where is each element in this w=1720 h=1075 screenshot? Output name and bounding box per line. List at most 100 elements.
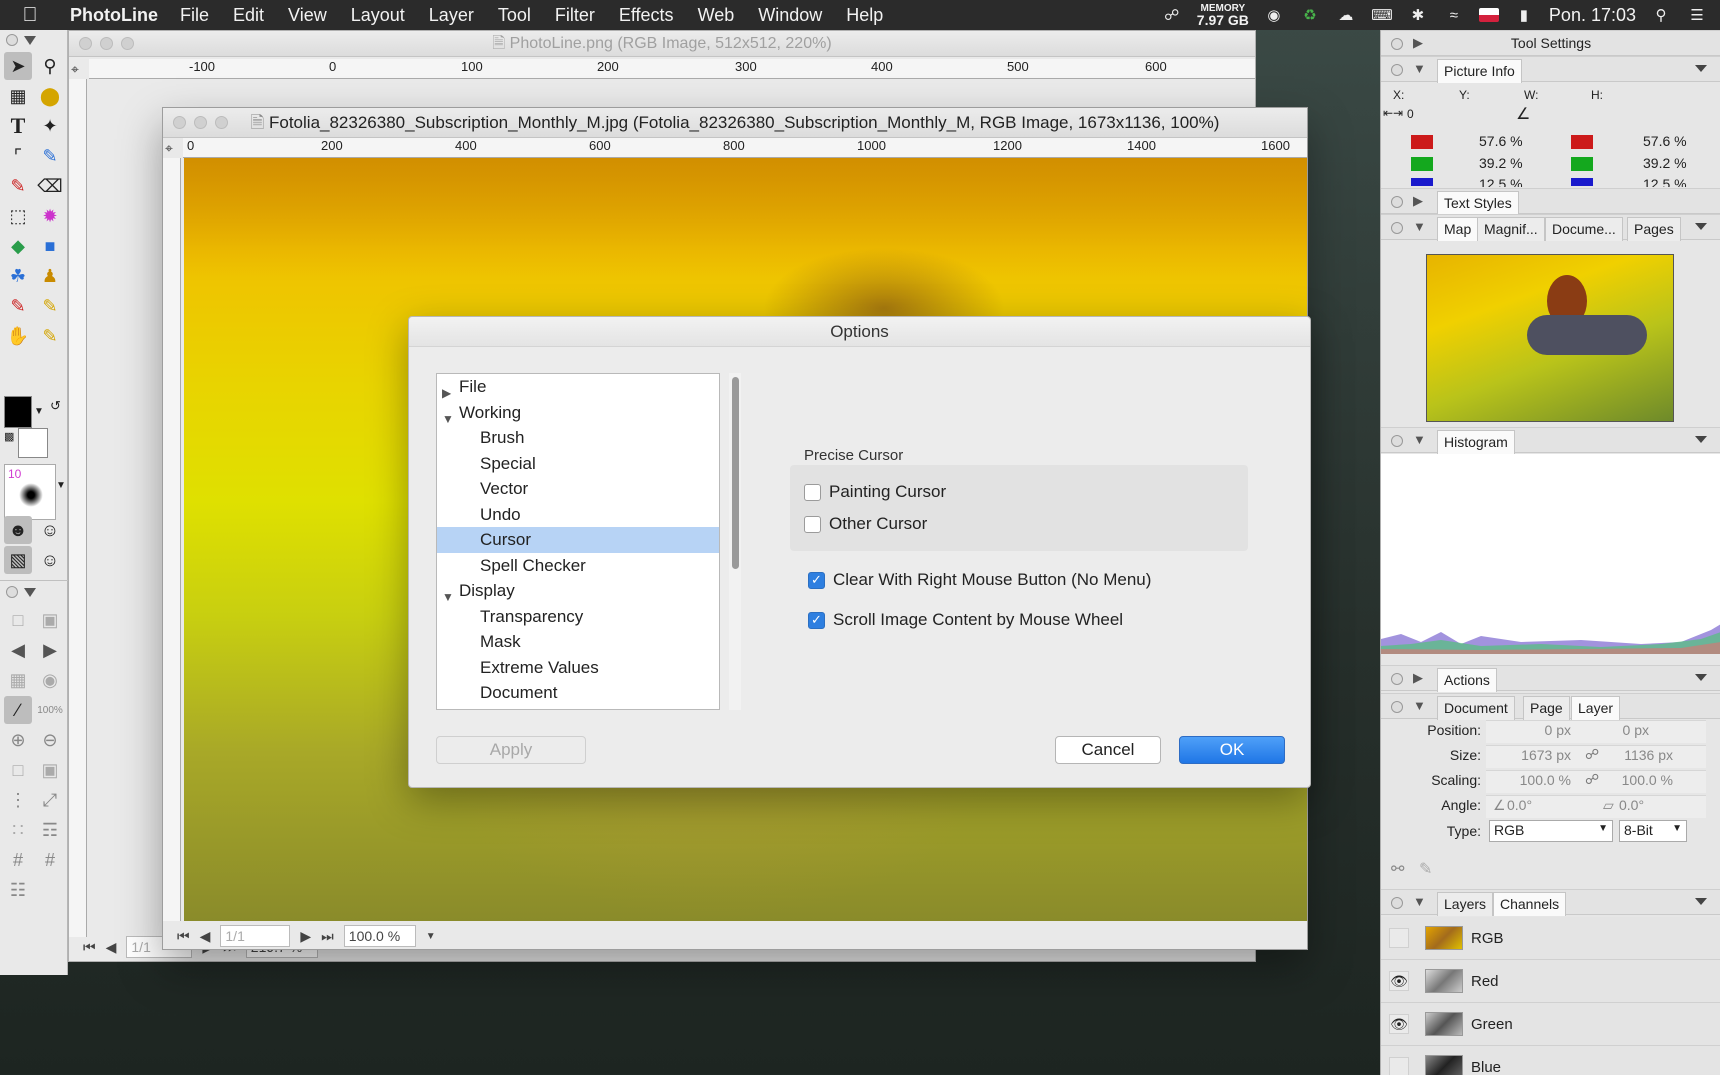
tab-layers[interactable]: Layers	[1437, 892, 1494, 916]
edit-icon[interactable]: ✎	[1419, 859, 1432, 879]
bit-depth-select[interactable]: 8-Bit ▼	[1619, 820, 1687, 842]
dotted-grid-icon[interactable]: ∷	[4, 816, 32, 844]
eye-icon[interactable]: 👁	[1389, 971, 1409, 991]
collapsed-arrow-icon[interactable]: ▶	[1413, 193, 1423, 209]
menu-layout[interactable]: Layout	[351, 5, 405, 26]
other-cursor-checkbox-box[interactable]	[804, 515, 821, 533]
navigator-header[interactable]: ▼ Map Magnif... Docume... Pages	[1381, 214, 1720, 241]
tab-pages[interactable]: Pages	[1627, 217, 1681, 241]
tab-text-styles[interactable]: Text Styles	[1437, 191, 1519, 215]
background-color-swatch[interactable]	[18, 428, 48, 458]
position-y-value[interactable]: 0 px	[1623, 722, 1649, 738]
channel-row-blue[interactable]: Blue	[1381, 1046, 1720, 1075]
panel-close-button[interactable]	[1391, 222, 1403, 234]
tree-item-transparency[interactable]: Transparency	[437, 604, 719, 630]
tab-page[interactable]: Page	[1523, 696, 1570, 720]
select-arrow-tool-icon[interactable]: ➤	[4, 52, 32, 80]
expanded-arrow-icon[interactable]: ▼	[1413, 894, 1426, 909]
layers-header[interactable]: ▼ Layers Channels	[1381, 889, 1720, 916]
palette-collapse-icon[interactable]	[24, 35, 36, 45]
angle-b-value[interactable]: 0.0°	[1619, 797, 1644, 813]
mask-select-icon[interactable]: ▧	[4, 546, 32, 574]
tree-item-brush[interactable]: Brush	[437, 425, 719, 451]
panel-close-button[interactable]	[1391, 701, 1403, 713]
image-prev-page-icon[interactable]: ◀	[200, 928, 211, 945]
window-minimize-button[interactable]	[100, 37, 113, 50]
tree-item-vector[interactable]: Vector	[437, 476, 719, 502]
position-field-bg[interactable]	[1486, 720, 1706, 743]
marquee-tool-icon[interactable]: ⬚	[4, 202, 32, 230]
actions-header[interactable]: ▶ Actions	[1381, 665, 1720, 692]
tree-item-working[interactable]: ▼ Working	[437, 400, 719, 426]
tab-document[interactable]: Document	[1437, 696, 1515, 720]
tree-item-undo[interactable]: Undo	[437, 502, 719, 528]
fill-bucket-tool-icon[interactable]: ◆	[4, 232, 32, 260]
tab-map[interactable]: Map	[1437, 217, 1479, 241]
main-window-titlebar[interactable]: 🗎 PhotoLine.png (RGB Image, 512x512, 220…	[69, 31, 1255, 57]
memory-indicator[interactable]: MEMORY 7.97 GB	[1197, 3, 1249, 27]
sync-icon[interactable]: ◉	[1263, 5, 1285, 25]
menu-file[interactable]: File	[180, 5, 209, 26]
panel-menu-icon[interactable]	[1695, 674, 1707, 681]
menu-filter[interactable]: Filter	[555, 5, 595, 26]
text-styles-header[interactable]: ▶ Text Styles	[1381, 188, 1720, 215]
snap-icon[interactable]: ⋮	[4, 786, 32, 814]
spotlight-search-icon[interactable]: ⚲	[1650, 5, 1672, 25]
tree-item-extreme-values[interactable]: Extreme Values	[437, 655, 719, 681]
size-w-value[interactable]: 1673 px	[1521, 747, 1571, 763]
painting-cursor-checkbox-box[interactable]	[804, 483, 821, 501]
angle-a-value[interactable]: 0.0°	[1507, 797, 1532, 813]
eyedropper-tool-icon[interactable]: ✎	[36, 142, 64, 170]
image-zoom-field[interactable]: 100.0 %	[343, 925, 416, 947]
ellipse-tool-icon[interactable]: ⬤	[36, 82, 64, 110]
select-arrow-icon[interactable]: ▼	[1672, 823, 1682, 834]
menu-edit[interactable]: Edit	[233, 5, 264, 26]
expanded-arrow-icon[interactable]: ▼	[1413, 219, 1426, 234]
cloud-icon[interactable]: ☁	[1335, 5, 1357, 25]
tree-scroll-thumb[interactable]	[732, 377, 739, 569]
menu-window[interactable]: Window	[758, 5, 822, 26]
palette2-close-button[interactable]	[6, 586, 18, 598]
color-picker-dropdown-icon[interactable]: ▼	[34, 406, 44, 417]
tab-channels[interactable]: Channels	[1493, 892, 1567, 916]
zoom-tool-icon[interactable]: ⚲	[36, 52, 64, 80]
channel-row-red[interactable]: 👁 Red	[1381, 960, 1720, 1003]
menu-layer[interactable]: Layer	[429, 5, 474, 26]
ok-button[interactable]: OK	[1179, 736, 1285, 764]
link-icon[interactable]: ☍	[1585, 771, 1599, 788]
new-document-icon[interactable]: □	[4, 606, 32, 634]
image-vertical-ruler[interactable]	[163, 158, 181, 921]
trash-icon[interactable]: ⚯	[1391, 859, 1404, 879]
tree-item-cursor[interactable]: Cursor	[437, 527, 719, 553]
notification-center-icon[interactable]: ☰	[1686, 5, 1708, 25]
menu-view[interactable]: View	[288, 5, 327, 26]
menu-web[interactable]: Web	[698, 5, 735, 26]
mask-mode-icon[interactable]: ☻	[4, 516, 32, 544]
scroll-mouse-wheel-checkbox[interactable]: ✓ Scroll Image Content by Mouse Wheel	[808, 610, 1123, 630]
previous-icon[interactable]: ◀	[4, 636, 32, 664]
panel-close-button[interactable]	[1391, 435, 1403, 447]
panel-close-button[interactable]	[1391, 673, 1403, 685]
image-ruler-origin-icon[interactable]: ⌖	[165, 140, 173, 157]
scaling-y-value[interactable]: 100.0 %	[1622, 772, 1673, 788]
panel-menu-icon[interactable]	[1695, 436, 1707, 443]
scaling-x-value[interactable]: 100.0 %	[1520, 772, 1571, 788]
navigator-thumbnail[interactable]	[1426, 254, 1674, 422]
size-h-value[interactable]: 1136 px	[1624, 747, 1673, 763]
channel-row-green[interactable]: 👁 Green	[1381, 1003, 1720, 1046]
fit-page-icon[interactable]: □	[4, 756, 32, 784]
ruler-tool-icon[interactable]: ∕	[4, 696, 32, 724]
apple-menu-icon[interactable]: 	[12, 4, 48, 27]
mask-brush-icon[interactable]: ☺	[36, 546, 64, 574]
palette2-collapse-icon[interactable]	[24, 587, 36, 597]
app-menu[interactable]: PhotoLine	[70, 5, 158, 26]
image-zoom-button[interactable]	[215, 116, 228, 129]
grid-settings-icon[interactable]: #	[36, 846, 64, 874]
tree-item-special[interactable]: Special	[437, 451, 719, 477]
fit-width-icon[interactable]: ▣	[36, 756, 64, 784]
type-select[interactable]: RGB ▼	[1489, 820, 1613, 842]
link-icon[interactable]: ☍	[1585, 746, 1599, 763]
keyboard-icon[interactable]: ⌨	[1371, 5, 1393, 25]
tree-item-document[interactable]: Document	[437, 680, 719, 706]
tab-magnifier[interactable]: Magnif...	[1477, 217, 1545, 241]
